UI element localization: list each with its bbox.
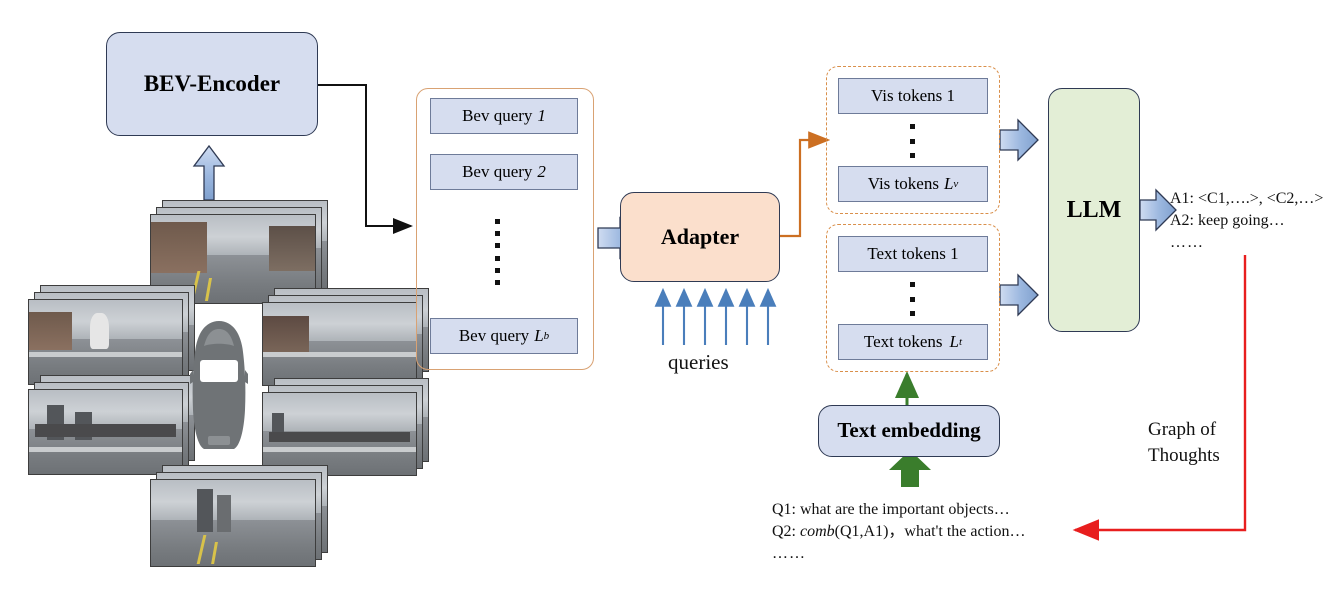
text-tokens-first-label: Text tokens 1: [867, 244, 959, 263]
bev-query-2-index: 2: [537, 162, 546, 181]
text-tokens-first[interactable]: Text tokens 1: [838, 236, 988, 272]
camera-frame: [28, 389, 183, 475]
camera-frame: [262, 302, 417, 386]
bev-query-last-sub: b: [543, 330, 550, 342]
text-tokens-last-label: Text tokens: [863, 332, 943, 351]
adapter-node[interactable]: Adapter: [620, 192, 780, 282]
camera-frame: [262, 392, 417, 476]
vis-tokens-first[interactable]: Vis tokens 1: [838, 78, 988, 114]
queries-label: queries: [668, 350, 729, 374]
vis-tokens-last-sub-base: L: [943, 174, 954, 193]
bev-query-1-index: 1: [537, 106, 546, 125]
text-tokens-last-sub-base: L: [949, 332, 959, 351]
question-line2: Q2: comb(Q1,A1)，what't the action…: [772, 521, 1026, 543]
camera-frame: [28, 299, 183, 385]
graph-of-thoughts-line1: Graph of: [1148, 419, 1217, 440]
vis-tokens-ellipsis-dots: [910, 124, 915, 158]
block-arrow-text-tokens-to-llm: [999, 273, 1039, 317]
text-tokens-last-sub: t: [959, 336, 963, 348]
block-arrow-vis-tokens-to-llm: [999, 118, 1039, 162]
block-arrow-cameras-to-bev-encoder: [192, 144, 226, 201]
graph-of-thoughts-label: Graph of Thoughts: [1148, 417, 1220, 469]
camera-stack-back[interactable]: [150, 465, 335, 570]
text-tokens-ellipsis-dots: [910, 282, 915, 316]
text-embedding-label: Text embedding: [837, 418, 981, 443]
graph-of-thoughts-line2: Thoughts: [1148, 445, 1220, 467]
bev-query-last[interactable]: Bev query Lb: [430, 318, 578, 354]
camera-frame: [150, 479, 316, 567]
llm-output-text: A1: <C1,….>, <C2,…> A2: keep going… ……: [1170, 188, 1323, 254]
text-tokens-last[interactable]: Text tokens Lt: [838, 324, 988, 360]
vis-tokens-last[interactable]: Vis tokens Lv: [838, 166, 988, 202]
question-line3: ……: [772, 545, 806, 563]
adapter-label: Adapter: [660, 223, 740, 249]
llm-output-line1: A1: <C1,….>, <C2,…>: [1170, 190, 1324, 207]
question-line1: Q1: what are the important objects…: [772, 501, 1010, 518]
questions-text: Q1: what are the important objects… Q2: …: [772, 499, 1026, 565]
bev-encoder-label: BEV-Encoder: [143, 71, 281, 97]
bev-query-ellipsis-dots: [494, 219, 500, 285]
vis-tokens-last-label: Vis tokens: [867, 174, 939, 193]
llm-node[interactable]: LLM: [1048, 88, 1140, 332]
vis-tokens-last-sub: v: [953, 178, 959, 190]
text-embedding-node[interactable]: Text embedding: [818, 405, 1000, 457]
llm-label: LLM: [1066, 196, 1122, 223]
bev-query-last-label: Bev query: [458, 326, 530, 345]
diagram-canvas: BEV-Encoder Bev query 1 Bev query 2 Bev …: [0, 0, 1341, 589]
wire-adapter-to-vis-tokens: [780, 131, 831, 238]
queries-arrows: [654, 287, 777, 345]
ego-vehicle-icon: [180, 318, 258, 453]
bev-query-2[interactable]: Bev query 2: [430, 154, 578, 190]
question-line2-prefix: Q2:: [772, 523, 800, 541]
bev-query-1-label: Bev query: [462, 106, 533, 125]
question-line2-suffix: (Q1,A1)，what't the action…: [834, 523, 1026, 541]
bev-query-1[interactable]: Bev query 1: [430, 98, 578, 134]
llm-output-line3: ……: [1170, 234, 1204, 252]
bev-encoder-node[interactable]: BEV-Encoder: [106, 32, 318, 136]
bev-query-last-sub-base: L: [534, 326, 544, 345]
question-line2-italic: comb: [800, 523, 835, 541]
llm-output-line2: A2: keep going…: [1170, 212, 1285, 230]
bev-query-2-label: Bev query: [462, 162, 533, 181]
vis-tokens-first-label: Vis tokens 1: [871, 86, 955, 105]
